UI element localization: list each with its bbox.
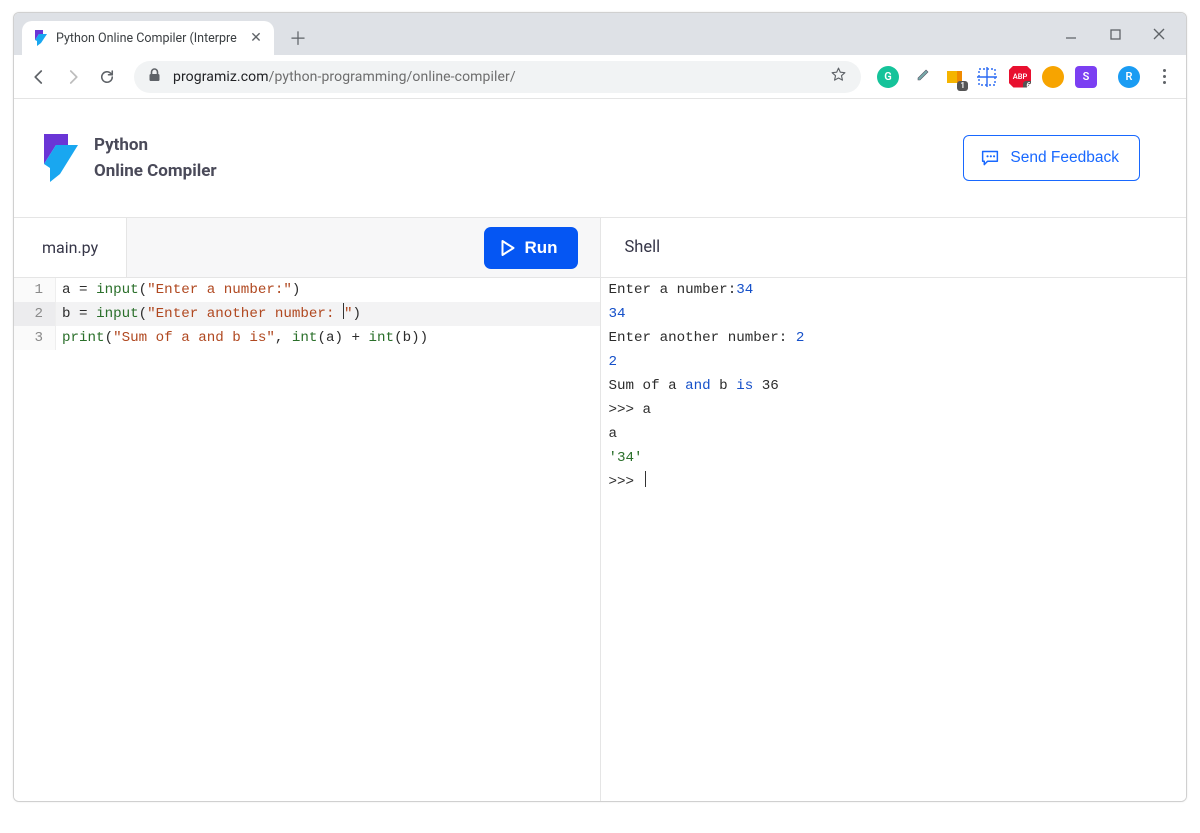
page-header: Python Online Compiler Send Feedback: [14, 99, 1186, 217]
send-feedback-button[interactable]: Send Feedback: [963, 135, 1140, 181]
shell-line: '34': [609, 446, 1179, 470]
browser-tab[interactable]: Python Online Compiler (Interpre ✕: [22, 21, 274, 55]
code-content[interactable]: print("Sum of a and b is", int(a) + int(…: [56, 326, 428, 350]
close-window-icon[interactable]: [1150, 25, 1168, 43]
code-editor[interactable]: 1a = input("Enter a number:")2b = input(…: [14, 278, 600, 801]
site-title: Python Online Compiler: [94, 132, 217, 185]
code-line[interactable]: 1a = input("Enter a number:"): [14, 278, 600, 302]
line-number: 3: [14, 326, 56, 350]
shell-line: Enter another number: 2: [609, 326, 1179, 350]
shell-toolbar: Shell: [601, 218, 1187, 278]
play-icon: [500, 240, 515, 256]
shell-line: >>> a: [609, 398, 1179, 422]
shell-line: a: [609, 422, 1179, 446]
tab-title: Python Online Compiler (Interpre: [56, 31, 248, 46]
extension-ext-crosshair[interactable]: [976, 66, 998, 88]
shell-line: 2: [609, 350, 1179, 374]
shell-line: >>>: [609, 470, 1179, 494]
shell-pane: Shell Enter a number:3434Enter another n…: [601, 218, 1187, 801]
logo-icon: [38, 134, 78, 182]
feedback-icon: [980, 149, 1000, 167]
browser-window: Python Online Compiler (Interpre ✕ ＋: [13, 12, 1187, 802]
chrome-menu-icon[interactable]: [1150, 69, 1178, 84]
shell-line: 34: [609, 302, 1179, 326]
run-button[interactable]: Run: [484, 227, 577, 269]
extension-ext-s[interactable]: S: [1075, 66, 1097, 88]
editor-pane: main.py Run 1a = input("Enter a number:"…: [14, 218, 601, 801]
maximize-icon[interactable]: [1106, 25, 1124, 43]
minimize-icon[interactable]: [1062, 25, 1080, 43]
extensions-row: G 1 ABP6 SR: [877, 66, 1140, 88]
new-tab-button[interactable]: ＋: [284, 24, 312, 52]
shell-output[interactable]: Enter a number:3434Enter another number:…: [601, 278, 1187, 801]
code-content[interactable]: a = input("Enter a number:"): [56, 278, 300, 302]
site-logo[interactable]: Python Online Compiler: [38, 132, 217, 185]
titlebar: Python Online Compiler (Interpre ✕ ＋: [14, 13, 1186, 55]
editor-toolbar: main.py Run: [14, 218, 600, 278]
shell-line: Sum of a and b is 36: [609, 374, 1179, 398]
extension-profile[interactable]: R: [1118, 66, 1140, 88]
extension-adblock[interactable]: ABP6: [1009, 66, 1031, 88]
tab-close-icon[interactable]: ✕: [248, 30, 264, 46]
forward-button[interactable]: [56, 60, 90, 94]
code-line[interactable]: 3print("Sum of a and b is", int(a) + int…: [14, 326, 600, 350]
shell-label: Shell: [601, 218, 1187, 277]
address-bar: programiz.com/python-programming/online-…: [14, 55, 1186, 99]
back-button[interactable]: [22, 60, 56, 94]
favicon-icon: [32, 30, 48, 46]
omnibox[interactable]: programiz.com/python-programming/online-…: [134, 61, 861, 93]
workbench: main.py Run 1a = input("Enter a number:"…: [14, 217, 1186, 801]
lock-icon: [148, 68, 161, 86]
extension-ext-orange[interactable]: [1042, 66, 1064, 88]
window-controls: [1062, 13, 1186, 55]
url-text: programiz.com/python-programming/online-…: [173, 69, 516, 85]
code-content[interactable]: b = input("Enter another number: "): [56, 302, 361, 326]
extension-colorpicker[interactable]: [910, 66, 932, 88]
shell-line: Enter a number:34: [609, 278, 1179, 302]
reload-button[interactable]: [90, 60, 124, 94]
file-tab[interactable]: main.py: [14, 218, 127, 277]
extension-ext-yellow[interactable]: 1: [943, 66, 965, 88]
extension-grammarly[interactable]: G: [877, 66, 899, 88]
line-number: 2: [14, 302, 56, 326]
bookmark-star-icon[interactable]: [830, 66, 847, 87]
code-line[interactable]: 2b = input("Enter another number: "): [14, 302, 600, 326]
line-number: 1: [14, 278, 56, 302]
